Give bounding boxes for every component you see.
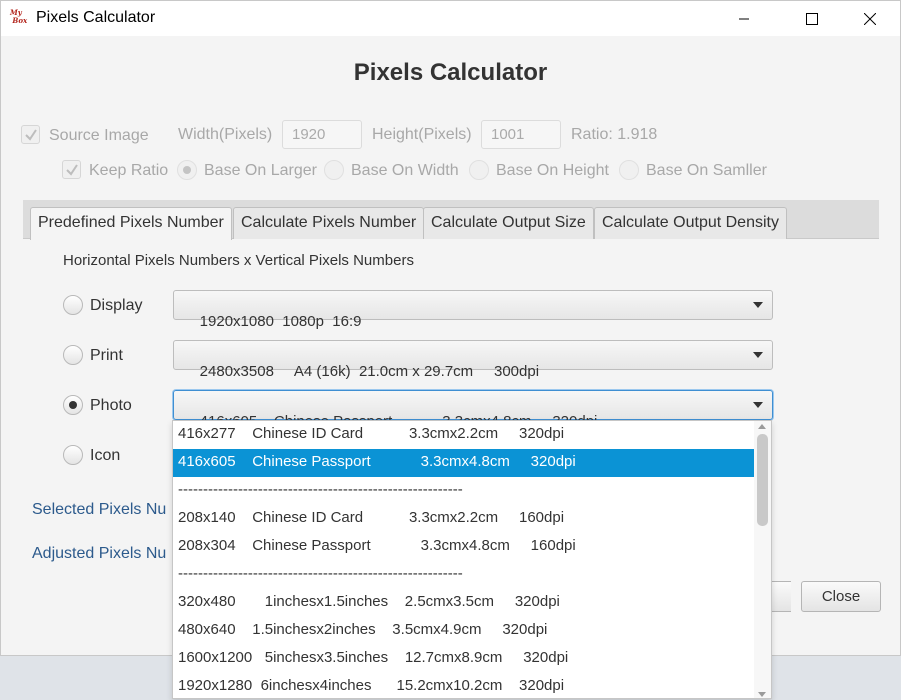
title-bar: My Box Pixels Calculator	[1, 1, 900, 36]
print-select[interactable]: 2480x3508 A4 (16k) 21.0cm x 29.7cm 300dp…	[173, 340, 773, 380]
icon-label: Icon	[90, 447, 121, 464]
adjusted-pixels-label: Adjusted Pixels Nu	[32, 545, 167, 562]
maximize-button[interactable]	[789, 1, 835, 36]
list-item[interactable]: 208x304 Chinese Passport 3.3cmx4.8cm 160…	[173, 533, 755, 561]
print-label: Print	[90, 347, 123, 364]
list-item[interactable]: 208x140 Chinese ID Card 3.3cmx2.2cm 160d…	[173, 505, 755, 533]
tab-predefined-pixels-number[interactable]: Predefined Pixels Number	[30, 207, 232, 240]
list-item[interactable]: 416x277 Chinese ID Card 3.3cmx2.2cm 320d…	[173, 421, 755, 449]
tab-header: Predefined Pixels Number Calculate Pixel…	[23, 200, 879, 240]
close-button[interactable]: Close	[801, 581, 881, 612]
keep-ratio-label: Keep Ratio	[89, 162, 169, 179]
photo-select[interactable]: 416x605 Chinese Passport 3.3cmx4.8cm 320…	[173, 390, 773, 430]
chevron-down-icon	[753, 352, 763, 358]
minimize-button[interactable]	[721, 1, 767, 36]
minimize-icon	[739, 18, 749, 19]
base-on-width-radio[interactable]	[324, 160, 344, 180]
photo-radio[interactable]	[63, 395, 83, 415]
chevron-down-icon	[753, 302, 763, 308]
base-on-smaller-radio[interactable]	[619, 160, 639, 180]
list-item-selected[interactable]: 416x605 Chinese Passport 3.3cmx4.8cm 320…	[173, 449, 755, 477]
width-label: Width(Pixels)	[178, 126, 273, 143]
window-title: Pixels Calculator	[36, 9, 156, 26]
base-on-height-label: Base On Height	[496, 162, 609, 179]
print-radio[interactable]	[63, 345, 83, 365]
source-image-label: Source Image	[49, 127, 149, 144]
photo-label: Photo	[90, 397, 132, 414]
keep-ratio-checkbox[interactable]	[62, 160, 81, 179]
check-icon	[66, 164, 78, 176]
display-select-value: 1920x1080 1080p 16:9	[199, 313, 362, 330]
display-radio[interactable]	[63, 295, 83, 315]
photo-dropdown-list: 416x277 Chinese ID Card 3.3cmx2.2cm 320d…	[172, 420, 772, 699]
tab-calculate-pixels-number[interactable]: Calculate Pixels Number	[233, 207, 425, 239]
base-on-larger-label: Base On Larger	[204, 162, 317, 179]
icon-radio[interactable]	[63, 445, 83, 465]
list-item[interactable]: 1600x1200 5inchesx3.5inches 12.7cmx8.9cm…	[173, 645, 755, 673]
app-logo-icon: My Box	[10, 8, 28, 25]
height-label: Height(Pixels)	[372, 126, 472, 143]
print-select-value: 2480x3508 A4 (16k) 21.0cm x 29.7cm 300dp…	[199, 363, 540, 380]
source-image-checkbox[interactable]	[21, 125, 40, 144]
base-on-width-label: Base On Width	[351, 162, 459, 179]
page-title: Pixels Calculator	[353, 59, 548, 86]
check-icon	[25, 129, 37, 141]
scrollbar-thumb[interactable]	[757, 434, 768, 526]
list-separator: ----------------------------------------…	[178, 481, 463, 498]
list-item[interactable]: 320x480 1inchesx1.5inches 2.5cmx3.5cm 32…	[173, 589, 755, 617]
height-input[interactable]: 1001	[481, 120, 561, 149]
base-on-height-radio[interactable]	[469, 160, 489, 180]
tab-calculate-output-density[interactable]: Calculate Output Density	[594, 207, 787, 239]
dropdown-scrollbar[interactable]	[754, 421, 771, 698]
chevron-down-icon	[753, 402, 763, 408]
list-item[interactable]: 1920x1280 6inchesx4inches 15.2cmx10.2cm …	[173, 673, 755, 698]
width-input[interactable]: 1920	[282, 120, 362, 149]
close-icon	[864, 12, 876, 25]
base-on-smaller-label: Base On Samller	[646, 162, 767, 179]
selected-pixels-label: Selected Pixels Nu	[32, 501, 167, 518]
base-on-larger-radio[interactable]	[177, 160, 197, 180]
pixels-description: Horizontal Pixels Numbers x Vertical Pix…	[63, 252, 414, 269]
list-item[interactable]: 480x640 1.5inchesx2inches 3.5cmx4.9cm 32…	[173, 617, 755, 645]
scroll-up-icon[interactable]	[758, 424, 766, 429]
maximize-icon	[806, 12, 818, 25]
display-label: Display	[90, 297, 143, 314]
tab-calculate-output-size[interactable]: Calculate Output Size	[423, 207, 594, 239]
close-window-button[interactable]	[847, 1, 893, 36]
display-select[interactable]: 1920x1080 1080p 16:9	[173, 290, 773, 330]
scroll-down-icon[interactable]	[758, 692, 766, 697]
list-separator: ----------------------------------------…	[178, 565, 463, 582]
ratio-label: Ratio: 1.918	[571, 126, 658, 143]
